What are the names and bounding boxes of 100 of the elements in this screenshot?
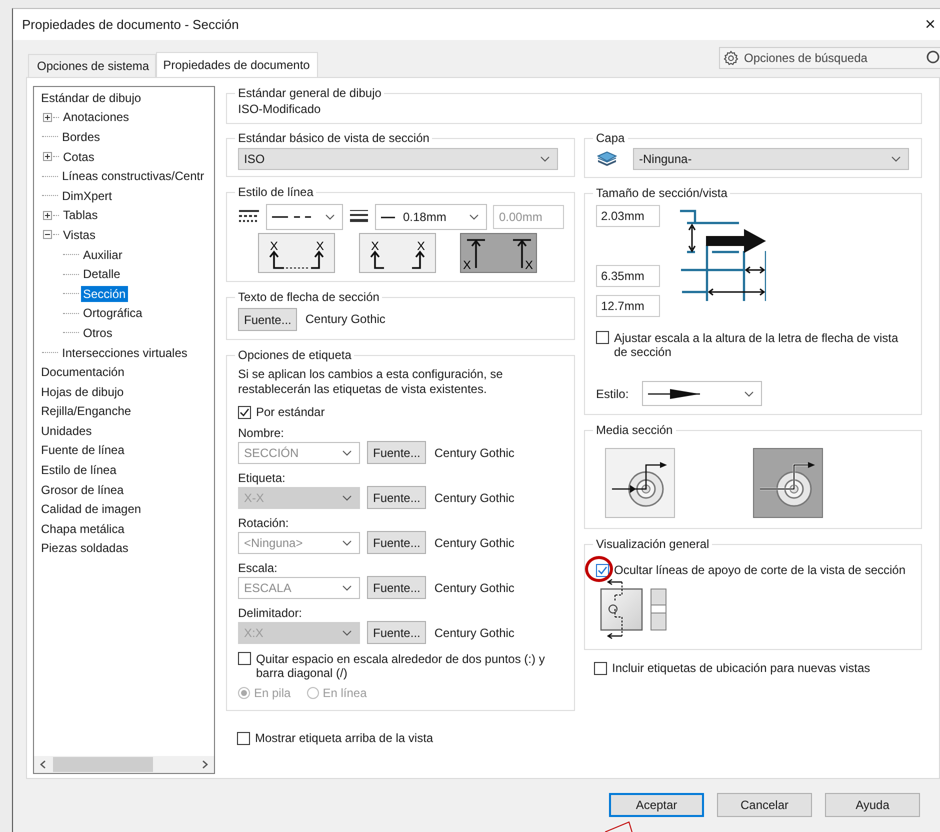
chevron-down-icon [342,450,352,456]
size-field[interactable]: 2.03mm [596,205,660,227]
tree-item[interactable]: Hojas de dibujo [39,384,126,400]
tree-item[interactable]: Grosor de línea [39,482,126,498]
checkbox[interactable] [238,652,251,665]
tree-item[interactable]: Detalle [81,266,122,282]
font-name: Century Gothic [434,626,514,640]
font-button[interactable]: Fuente... [367,531,426,554]
tree-item[interactable]: Auxiliar [81,246,124,263]
chevron-down-icon [342,630,352,636]
tree-item[interactable]: Bordes [60,128,102,145]
tab[interactable]: Propiedades de documento [156,52,318,77]
dialog-button[interactable]: Cancelar [717,793,812,817]
arrow-style-button[interactable]: X X [359,233,436,273]
chevron-down-icon [342,584,352,590]
search-icon [924,50,940,66]
group-title: Tamaño de sección/vista [595,186,728,200]
dropdown[interactable]: -Ninguna- [633,148,909,170]
dropdown[interactable]: ISO [238,148,558,170]
scroll-right-icon[interactable] [202,760,208,769]
font-name: Century Gothic [305,312,386,326]
tree-item[interactable]: Anotaciones [61,109,132,126]
arrow-style-button[interactable]: X X [258,233,335,273]
line-style-dropdown[interactable] [266,204,343,230]
tree-item[interactable]: Cotas [61,148,96,165]
expand-icon[interactable] [43,152,52,162]
collapse-icon[interactable] [43,230,52,240]
font-name: Century Gothic [434,580,514,594]
scrollbar-thumb[interactable] [53,757,153,772]
scroll-left-icon[interactable] [40,760,46,769]
tab[interactable]: Opciones de sistema [28,54,156,77]
checkbox[interactable] [238,406,251,418]
size-field[interactable]: 6.35mm [596,265,660,287]
tree-item[interactable]: Documentación [39,364,126,380]
scrollbar[interactable] [34,756,214,773]
field-label: Escala: [238,560,278,576]
dialog-button[interactable]: Aceptar [609,793,704,817]
tree-item[interactable]: Estándar de dibujo [39,90,144,106]
chevron-down-icon [540,156,550,162]
field-label: Rotación: [238,515,290,531]
group-title: Opciones de etiqueta [237,348,352,362]
size-field[interactable]: 12.7mm [596,295,660,317]
checkbox-label: Mostrar etiqueta arriba de la vista [255,731,434,745]
checkbox-label: Incluir etiquetas de ubicación para nuevas vistas [612,661,870,675]
field-label: Estilo: [596,386,629,400]
font-name: Century Gothic [434,536,514,550]
arrow-style-button[interactable]: X X [460,233,537,273]
annotation-circle [585,556,613,582]
tree-item[interactable]: Sección [81,286,128,302]
tree-item[interactable]: Unidades [39,422,94,439]
font-button[interactable]: Fuente... [367,441,426,464]
line-sample-icon [381,216,395,218]
note-text: Si se aplican los cambios a esta configuración, se restablecerán las etiquetas de vista existentes. [238,367,504,397]
group-title: Estilo de línea [237,185,314,199]
tree-item[interactable]: Líneas constructivas/Centr [60,168,206,184]
group-title: Capa [595,131,626,145]
layers-icon [596,150,618,166]
chevron-down-icon [342,540,352,546]
window-title: Propiedades de documento - Sección [22,17,239,32]
arrow-style-dropdown[interactable] [642,381,762,406]
font-button[interactable]: Fuente... [238,308,298,331]
tree-item[interactable]: Ortográfica [81,305,144,322]
font-button[interactable]: Fuente... [367,576,426,599]
tree-item[interactable]: Intersecciones virtuales [60,344,190,361]
group-title: Estándar básico de vista de sección [237,131,430,145]
expand-icon[interactable] [43,112,52,122]
tree-item[interactable]: Vistas [61,226,98,243]
checkbox-label: Ocultar líneas de apoyo de corte de la vista de sección [614,563,906,577]
checkbox-label: Por estándar [256,405,325,419]
settings-icon [723,50,739,66]
checkbox[interactable] [237,732,250,744]
dialog-button[interactable]: Ayuda [825,793,920,817]
font-name: Century Gothic [434,446,514,460]
checkbox[interactable] [594,662,607,674]
tree-item[interactable]: Rejilla/Enganche [39,403,134,420]
chevron-down-icon [891,156,901,162]
tree-item[interactable]: Chapa metálica [39,520,126,537]
tree-item[interactable]: Otros [81,324,114,341]
tree-item[interactable]: Tablas [61,207,100,224]
tree-item[interactable]: Fuente de línea [39,442,126,458]
checkbox[interactable] [596,331,609,344]
annotation-line [605,820,635,832]
field-label: Etiqueta: [238,470,286,486]
group-title: Estándar general de dibujo [237,86,382,100]
group-title: Texto de flecha de sección [237,290,380,304]
checkbox-label: Quitar espacio en escala alrededor de dos puntos (:) y barra diagonal (/) [256,652,546,680]
tree-item[interactable]: Estilo de línea [39,462,118,478]
tree-item[interactable]: Piezas soldadas [39,540,130,556]
close-button[interactable]: × [925,15,936,33]
chevron-down-icon [744,390,754,396]
half-section-option[interactable] [605,448,675,518]
line-weight-dropdown[interactable]: 0.18mm [375,204,487,230]
expand-icon[interactable] [43,210,52,220]
tree-item[interactable]: DimXpert [60,188,114,204]
tree-item[interactable]: Calidad de imagen [39,501,144,518]
chevron-down-icon [469,214,479,220]
search-field[interactable]: Opciones de búsqueda [719,47,940,69]
checkbox[interactable] [596,564,609,576]
group-title: Visualización general [595,537,710,551]
group-title: Media sección [595,423,674,437]
